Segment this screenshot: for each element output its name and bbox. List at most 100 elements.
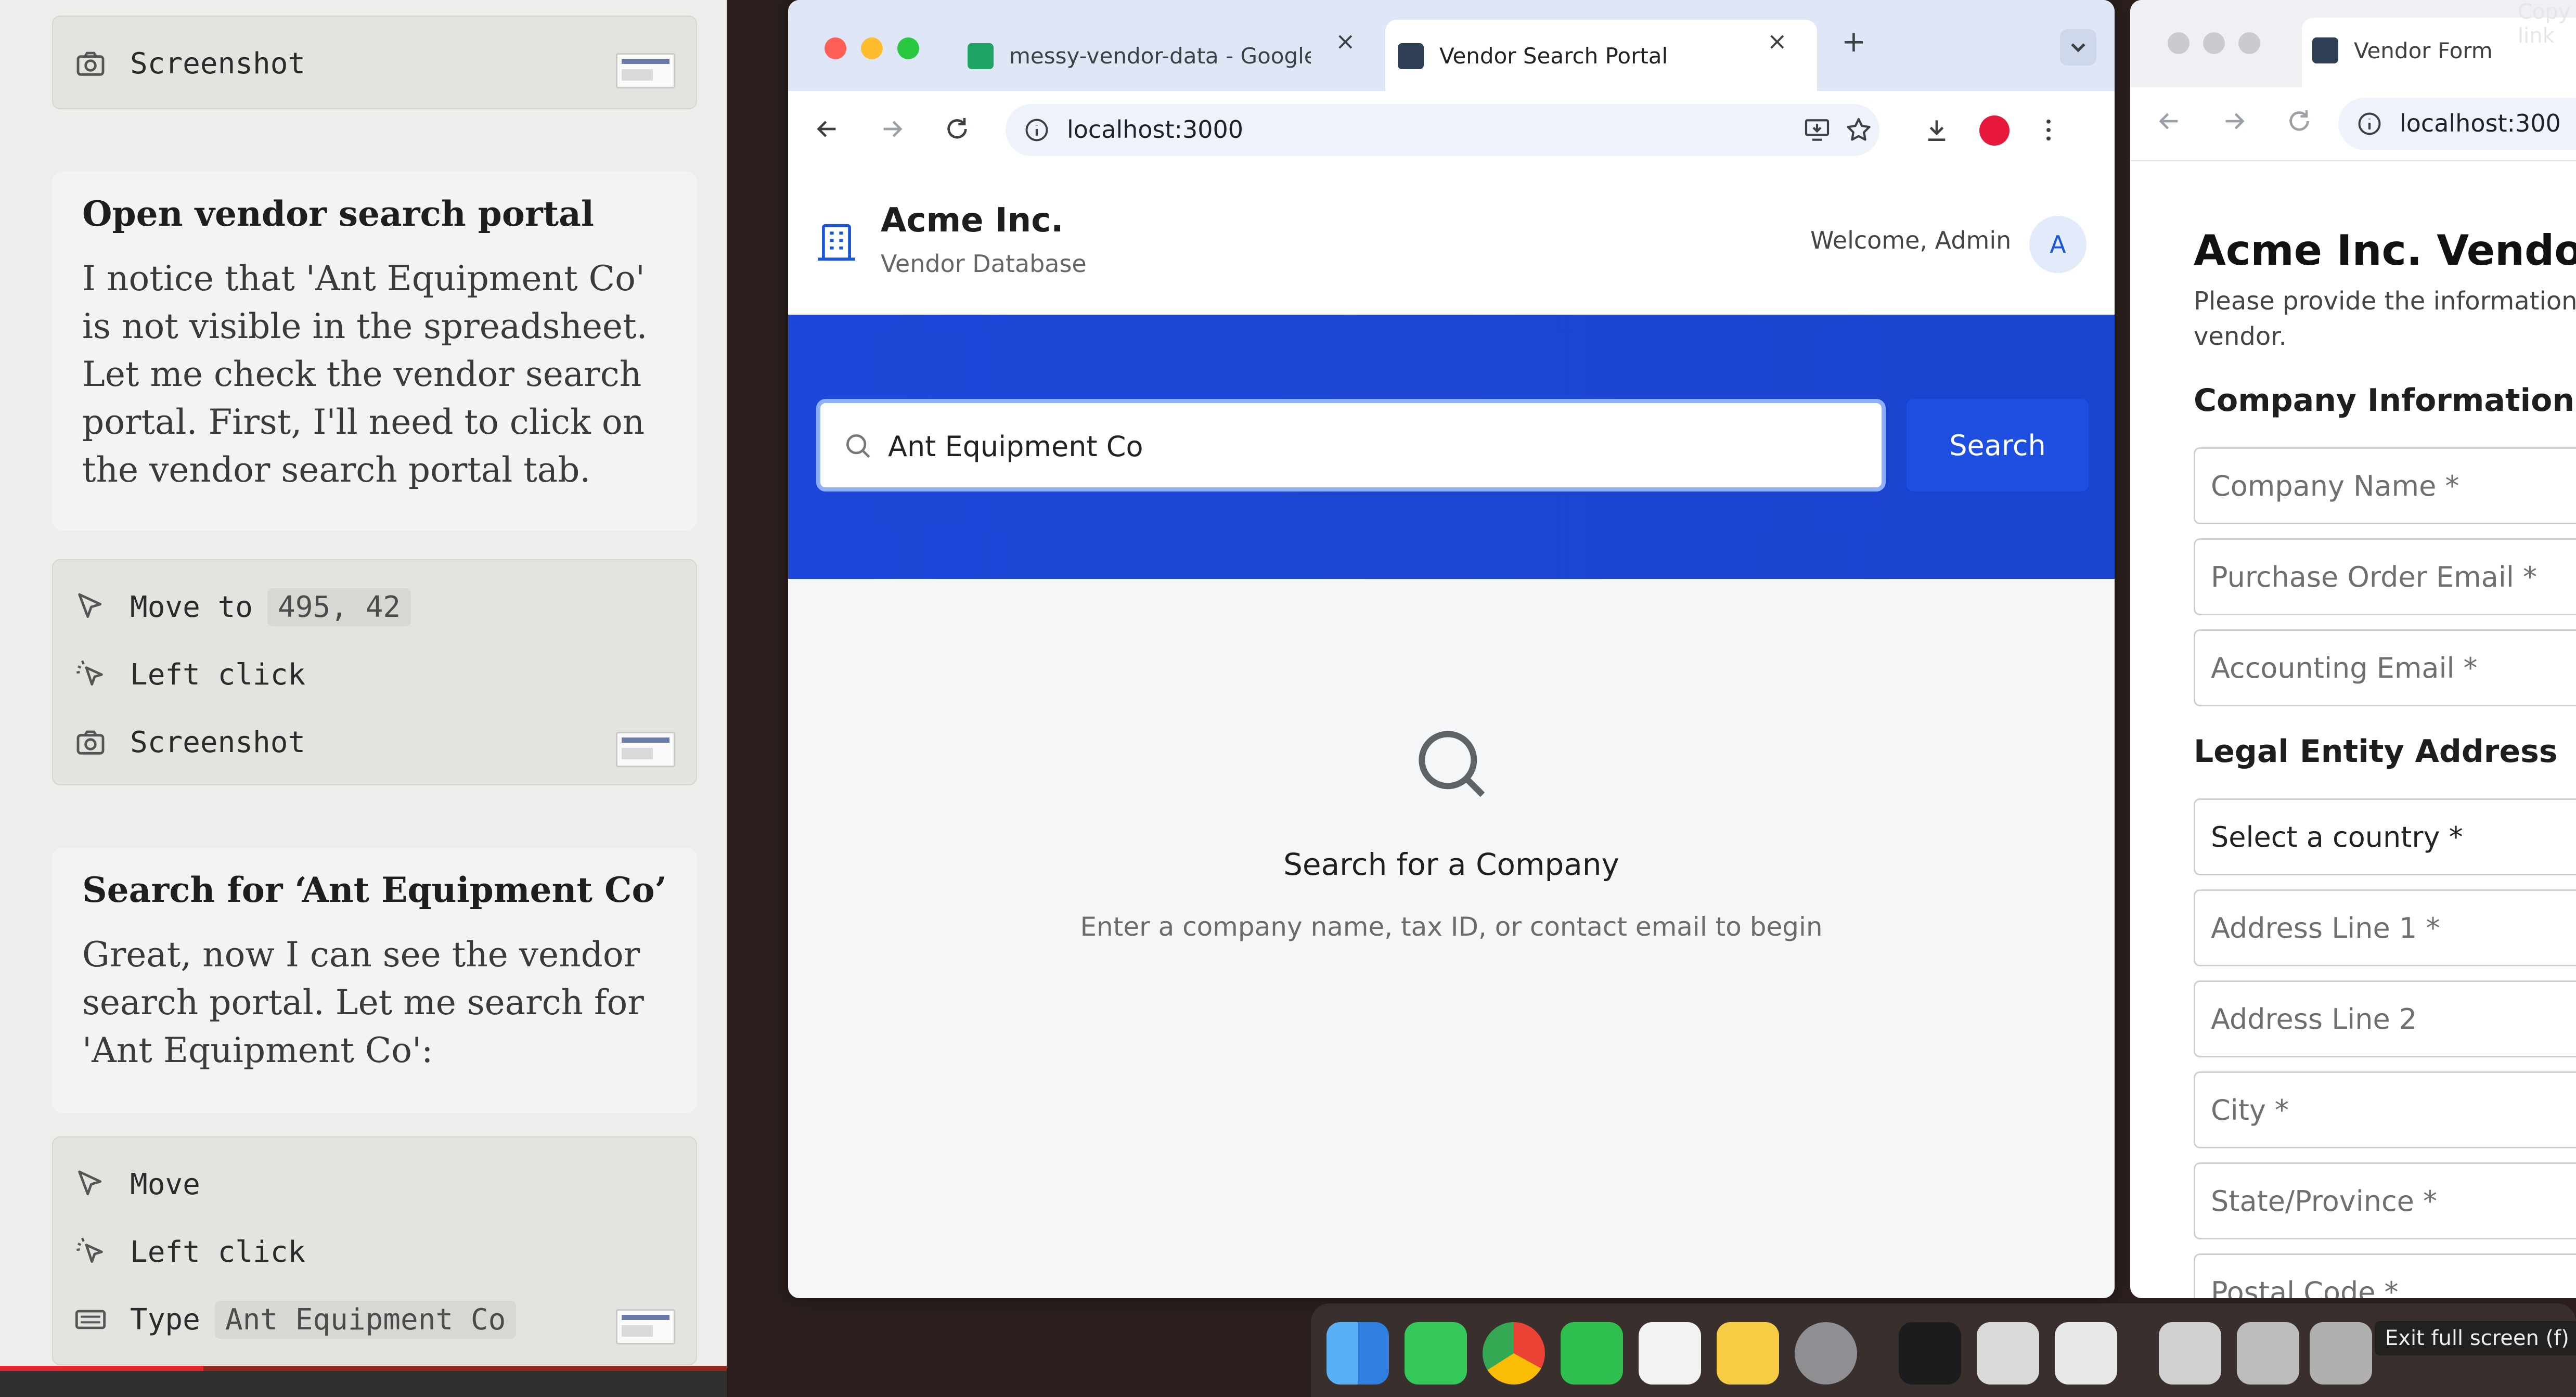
back-button[interactable] xyxy=(2151,103,2187,139)
bookmark-star-icon[interactable] xyxy=(1844,115,1873,145)
message-body: Great, now I can see the vendor search p… xyxy=(82,935,644,1070)
step-coordinates: 495, 42 xyxy=(267,588,411,626)
form-title: Acme Inc. Vendor R xyxy=(2194,226,2576,275)
tab-strip: Vendor Form xyxy=(2130,0,2576,87)
info-icon[interactable] xyxy=(2356,110,2383,137)
finder-icon[interactable] xyxy=(1326,1322,1389,1385)
search-button[interactable]: Search xyxy=(1907,399,2089,491)
back-button[interactable] xyxy=(809,111,845,147)
close-window-button[interactable] xyxy=(2168,32,2189,54)
cursor-icon xyxy=(78,1170,102,1196)
more-menu-icon[interactable] xyxy=(2034,115,2063,145)
country-select[interactable]: Select a country * xyxy=(2194,798,2576,875)
search-hero: Ant Equipment Co Search xyxy=(788,315,2115,579)
brand-subtitle: Vendor Database xyxy=(881,250,1087,278)
address-bar[interactable]: localhost:300 xyxy=(2338,98,2576,150)
file-icon[interactable] xyxy=(2159,1322,2221,1385)
company-name-field[interactable]: Company Name * xyxy=(2194,447,2576,524)
message-heading: Search for ‘Ant Equipment Co’ xyxy=(82,870,667,910)
screenshot-thumbnail[interactable] xyxy=(616,732,675,767)
search-input[interactable]: Ant Equipment Co xyxy=(816,399,1886,491)
tab-strip: messy-vendor-data - Google × Vendor Sear… xyxy=(788,0,2115,93)
reload-icon xyxy=(2289,110,2309,131)
new-tab-icon[interactable]: + xyxy=(1841,25,1866,59)
postal-code-field[interactable]: Postal Code * xyxy=(2194,1253,2576,1298)
browser-window: messy-vendor-data - Google × Vendor Sear… xyxy=(788,0,2115,1298)
camera-icon xyxy=(76,51,105,76)
terminal-icon[interactable] xyxy=(1899,1322,1961,1385)
step-card-top: Screenshot xyxy=(52,16,697,109)
step-type: Type Ant Equipment Co xyxy=(74,1293,517,1346)
download-icon[interactable] xyxy=(1922,115,1951,145)
screenshot-thumbnail[interactable] xyxy=(616,1309,675,1344)
minimize-window-button[interactable] xyxy=(861,37,883,59)
step-label: Left click xyxy=(130,1235,306,1269)
portal-icon xyxy=(2312,37,2338,63)
sheets-icon xyxy=(968,43,994,69)
typed-text: Ant Equipment Co xyxy=(214,1300,517,1339)
form-description: Please provide the information be vendor… xyxy=(2194,287,2576,351)
close-window-button[interactable] xyxy=(825,37,846,59)
document-icon[interactable] xyxy=(1977,1322,2039,1385)
screenshot-thumbnail[interactable] xyxy=(616,53,675,88)
user-avatar[interactable]: A xyxy=(2029,216,2086,273)
address-bar[interactable]: localhost:3000 xyxy=(1006,104,1879,156)
browser-toolbar: localhost:3000 xyxy=(788,91,2115,170)
message-card: Open vendor search portal I notice that … xyxy=(52,172,697,531)
minimize-window-button[interactable] xyxy=(2203,32,2225,54)
vendor-form-page: Acme Inc. Vendor R Please provide the in… xyxy=(2151,192,2576,1298)
city-field[interactable]: City * xyxy=(2194,1071,2576,1148)
address-line-2-field[interactable]: Address Line 2 xyxy=(2194,980,2576,1057)
textedit-icon[interactable] xyxy=(2055,1322,2117,1385)
close-tab-icon[interactable]: × xyxy=(1335,27,1356,55)
step-card: Move to 495, 42 Left click Screenshot xyxy=(52,559,697,785)
camera-icon xyxy=(76,730,105,755)
keyboard-icon xyxy=(75,1310,106,1329)
tab-spreadsheet[interactable]: messy-vendor-data - Google xyxy=(968,21,1373,91)
address-line-1-field[interactable]: Address Line 1 * xyxy=(2194,889,2576,966)
messages-icon[interactable] xyxy=(1405,1322,1467,1385)
section-legal-entity-address: Legal Entity Address xyxy=(2194,733,2558,770)
chevron-down-icon xyxy=(2071,43,2085,53)
profile-avatar[interactable] xyxy=(1979,115,2010,146)
tab-title: Vendor Search Portal xyxy=(1439,43,1668,69)
close-tab-icon[interactable]: × xyxy=(1767,27,1787,55)
search-icon xyxy=(846,434,870,458)
reload-button[interactable] xyxy=(2281,103,2317,139)
reminders-icon[interactable] xyxy=(1639,1322,1701,1385)
step-left-click: Left click xyxy=(74,1226,305,1278)
window-thumbnail-icon[interactable] xyxy=(2237,1322,2299,1385)
state-province-field[interactable]: State/Province * xyxy=(2194,1162,2576,1239)
url-text: localhost:3000 xyxy=(1067,115,1244,144)
zoom-window-button[interactable] xyxy=(2238,32,2260,54)
step-label: Move xyxy=(130,1167,200,1201)
building-icon xyxy=(818,224,855,261)
purchase-order-email-field[interactable]: Purchase Order Email * xyxy=(2194,538,2576,615)
step-card: Move Left click Type Ant Equipment Co xyxy=(52,1136,697,1365)
accounting-email-field[interactable]: Accounting Email * xyxy=(2194,629,2576,706)
facetime-icon[interactable] xyxy=(1561,1322,1623,1385)
install-app-icon[interactable] xyxy=(1802,115,1832,145)
notes-icon[interactable] xyxy=(1717,1322,1779,1385)
forward-button[interactable] xyxy=(2216,103,2252,139)
step-screenshot: Screenshot xyxy=(74,37,305,89)
url-text: localhost:300 xyxy=(2400,109,2561,137)
chrome-icon[interactable] xyxy=(1483,1322,1545,1385)
search-large-icon xyxy=(1419,731,1485,797)
zoom-window-button[interactable] xyxy=(897,37,919,59)
arrow-left-icon xyxy=(817,121,836,137)
forward-button[interactable] xyxy=(874,111,910,147)
results-area: Search for a Company Enter a company nam… xyxy=(788,579,2115,1298)
tab-title: messy-vendor-data - Google xyxy=(1009,43,1311,69)
window-thumbnail-icon[interactable] xyxy=(2310,1322,2372,1385)
arrow-right-icon xyxy=(2225,113,2245,130)
reload-button[interactable] xyxy=(939,111,975,147)
step-move: Move xyxy=(74,1158,200,1210)
video-progress-fill xyxy=(0,1366,204,1371)
system-settings-icon[interactable] xyxy=(1795,1322,1857,1385)
step-move: Move to 495, 42 xyxy=(74,581,411,633)
welcome-message: Welcome, Admin xyxy=(1810,226,2012,254)
info-icon[interactable] xyxy=(1023,117,1050,144)
tab-search-button[interactable] xyxy=(2060,29,2096,66)
copy-link-label[interactable]: Copy link xyxy=(2518,0,2576,48)
